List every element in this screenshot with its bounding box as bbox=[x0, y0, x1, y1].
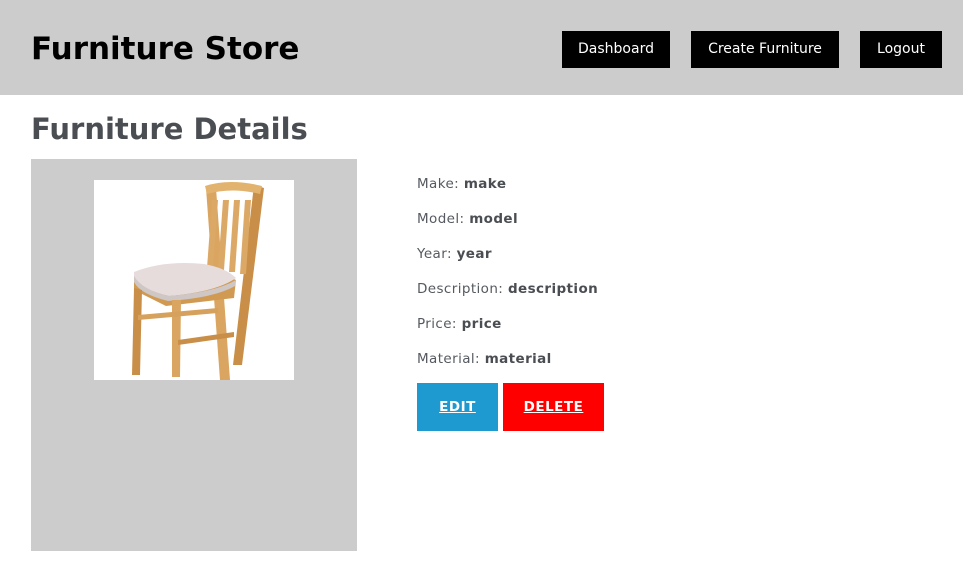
detail-label: Year: bbox=[417, 246, 452, 262]
detail-value: year bbox=[456, 246, 492, 262]
detail-model: Model: model bbox=[417, 208, 598, 243]
detail-label: Model: bbox=[417, 211, 465, 227]
detail-make: Make: make bbox=[417, 173, 598, 208]
logout-button[interactable]: Logout bbox=[860, 31, 942, 68]
furniture-details: Make: make Model: model Year: year Descr… bbox=[417, 173, 598, 383]
create-furniture-button[interactable]: Create Furniture bbox=[691, 31, 839, 68]
detail-value: make bbox=[463, 176, 507, 192]
detail-label: Description: bbox=[417, 281, 504, 297]
detail-description: Description: description bbox=[417, 278, 598, 313]
delete-button[interactable]: DELETE bbox=[503, 383, 604, 431]
detail-label: Price: bbox=[417, 316, 457, 332]
detail-value: model bbox=[469, 211, 518, 227]
detail-label: Make: bbox=[417, 176, 460, 192]
detail-price: Price: price bbox=[417, 313, 598, 348]
image-panel bbox=[31, 159, 357, 551]
page-title: Furniture Details bbox=[31, 112, 308, 146]
detail-year: Year: year bbox=[417, 243, 598, 278]
detail-label: Material: bbox=[417, 351, 480, 367]
chair-image-icon bbox=[132, 182, 264, 380]
detail-value: description bbox=[507, 281, 599, 297]
detail-material: Material: material bbox=[417, 348, 598, 383]
top-header: Furniture Store Dashboard Create Furnitu… bbox=[0, 0, 963, 95]
edit-button[interactable]: EDIT bbox=[417, 383, 498, 431]
brand-title[interactable]: Furniture Store bbox=[31, 30, 299, 68]
detail-value: material bbox=[484, 351, 552, 367]
detail-value: price bbox=[461, 316, 502, 332]
furniture-image bbox=[94, 180, 294, 380]
dashboard-button[interactable]: Dashboard bbox=[562, 31, 670, 68]
